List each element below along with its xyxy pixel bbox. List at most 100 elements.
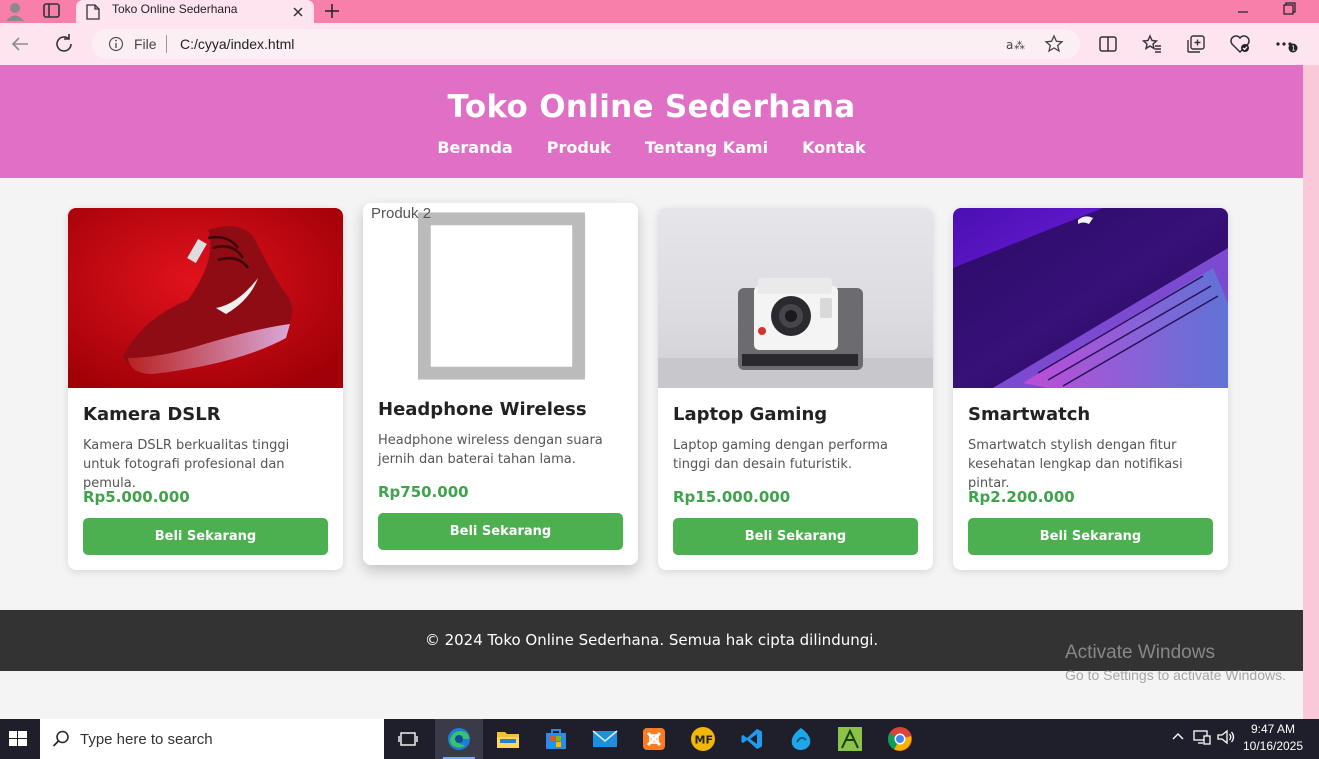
store-icon [546, 729, 566, 749]
collections-icon[interactable] [1184, 32, 1208, 56]
polaroid-camera-image [658, 208, 933, 388]
browser-tab[interactable]: Toko Online Sederhana [76, 0, 314, 23]
product-name: Kamera DSLR [83, 404, 221, 425]
back-icon[interactable] [8, 32, 32, 56]
taskbar-mail[interactable] [581, 719, 629, 759]
chrome-icon [887, 727, 912, 751]
close-tab-icon[interactable] [291, 4, 305, 18]
start-button[interactable] [0, 719, 40, 759]
taskbar-edge[interactable] [435, 719, 483, 759]
taskbar-store[interactable] [532, 719, 580, 759]
broken-image: Produk 2 [363, 203, 638, 383]
address-url[interactable]: C:/cyya/index.html [180, 36, 294, 52]
volume-icon[interactable] [1216, 728, 1240, 750]
buy-now-button[interactable]: Beli Sekarang [673, 518, 918, 555]
xampp-icon [643, 728, 665, 750]
browser-essentials-icon[interactable] [1228, 32, 1252, 56]
product-image: Produk 2 [363, 203, 638, 383]
activation-watermark-subtitle: Go to Settings to activate Windows. [1065, 667, 1286, 683]
taskbar-search[interactable]: Type here to search [40, 719, 384, 759]
buy-now-button[interactable]: Beli Sekarang [378, 513, 623, 550]
windows-taskbar: Type here to search MF 9:47 AM 10/16/202… [0, 719, 1319, 759]
search-icon [52, 730, 70, 748]
product-price: Rp2.200.000 [968, 488, 1075, 506]
blue-drop-app-icon [791, 728, 811, 750]
taskbar-blue-app[interactable] [777, 719, 825, 759]
refresh-icon[interactable] [52, 32, 76, 56]
product-card-body: Laptop Gaming Laptop gaming dengan perfo… [673, 402, 918, 507]
address-bar[interactable]: File C:/cyya/index.html a ⁂ [92, 29, 1080, 59]
product-description: Headphone wireless dengan suara jernih d… [378, 433, 603, 467]
taskbar-clock[interactable]: 9:47 AM 10/16/2025 [1238, 721, 1308, 755]
product-image [658, 208, 933, 388]
settings-more-icon[interactable]: 1 [1274, 32, 1298, 56]
purple-laptop-image [953, 208, 1228, 388]
browser-toolbar: File C:/cyya/index.html a ⁂ 1 [0, 23, 1319, 65]
favorite-star-icon[interactable] [1044, 34, 1064, 54]
svg-text:MF: MF [695, 734, 713, 747]
search-placeholder: Type here to search [80, 731, 213, 748]
maximize-icon[interactable] [1281, 1, 1297, 17]
mf-app-icon: MF [691, 727, 715, 751]
nav-link-beranda[interactable]: Beranda [437, 138, 512, 157]
product-price: Rp5.000.000 [83, 488, 190, 506]
profile-icon[interactable] [4, 1, 26, 21]
product-description: Laptop gaming dengan performa tinggi dan… [673, 438, 888, 472]
svg-text:a: a [1006, 38, 1013, 52]
taskbar-file-explorer[interactable] [484, 719, 532, 759]
image-alt-text: Produk 2 [371, 205, 432, 222]
info-icon[interactable] [108, 36, 124, 52]
chevron-up-icon[interactable] [1170, 729, 1192, 749]
site-title: Toko Online Sederhana [447, 89, 856, 125]
product-name: Smartwatch [968, 404, 1091, 425]
network-icon[interactable] [1192, 728, 1216, 750]
address-divider [166, 35, 167, 53]
product-card-body: Smartwatch Smartwatch stylish dengan fit… [968, 402, 1213, 507]
site-header: Toko Online Sederhana Beranda Produk Ten… [0, 65, 1303, 178]
buy-now-button[interactable]: Beli Sekarang [83, 518, 328, 555]
green-tool-app-icon [838, 727, 862, 751]
product-card: Laptop Gaming Laptop gaming dengan perfo… [658, 208, 933, 570]
buy-now-button[interactable]: Beli Sekarang [968, 518, 1213, 555]
taskbar-mf-app[interactable]: MF [679, 719, 727, 759]
read-aloud-icon[interactable]: a ⁂ [1005, 35, 1025, 53]
nav-link-produk[interactable]: Produk [547, 138, 611, 157]
product-description: Smartwatch stylish dengan fitur kesehata… [968, 438, 1183, 491]
windows-logo-icon [9, 731, 27, 746]
product-image [953, 208, 1228, 388]
minimize-icon[interactable] [1234, 4, 1252, 18]
product-image [68, 208, 343, 388]
address-scheme: File [134, 36, 157, 52]
taskbar-chrome[interactable] [876, 719, 924, 759]
product-card-body: Headphone Wireless Headphone wireless de… [378, 397, 623, 502]
product-price: Rp15.000.000 [673, 488, 791, 506]
product-card: Kamera DSLR Kamera DSLR berkualitas ting… [68, 208, 343, 570]
task-view-button[interactable] [384, 719, 432, 759]
svg-text:1: 1 [1291, 45, 1295, 53]
product-card-body: Kamera DSLR Kamera DSLR berkualitas ting… [83, 402, 328, 507]
task-view-icon [398, 732, 418, 746]
new-tab-icon[interactable] [322, 1, 342, 21]
favorites-icon[interactable] [1140, 32, 1164, 56]
product-name: Laptop Gaming [673, 404, 828, 425]
taskbar-green-app[interactable] [826, 719, 874, 759]
nav-link-tentang-kami[interactable]: Tentang Kami [645, 138, 768, 157]
scrollbar[interactable] [1303, 65, 1319, 719]
tab-title: Toko Online Sederhana [112, 2, 238, 16]
product-description: Kamera DSLR berkualitas tinggi untuk fot… [83, 438, 290, 491]
taskbar-vscode[interactable] [728, 719, 776, 759]
edge-icon [448, 728, 470, 750]
svg-text:⁂: ⁂ [1014, 39, 1025, 52]
activation-watermark-title: Activate Windows [1065, 642, 1215, 663]
product-name: Headphone Wireless [378, 399, 587, 420]
product-card: Smartwatch Smartwatch stylish dengan fit… [953, 208, 1228, 570]
browser-tab-strip: Toko Online Sederhana [0, 0, 1319, 23]
nav-link-kontak[interactable]: Kontak [802, 138, 866, 157]
split-screen-icon[interactable] [1096, 32, 1120, 56]
site-nav: Beranda Produk Tentang Kami Kontak [0, 138, 1303, 157]
taskbar-xampp[interactable] [630, 719, 678, 759]
tab-actions-icon[interactable] [42, 2, 62, 20]
clock-date: 10/16/2025 [1242, 739, 1304, 753]
folder-icon [497, 732, 519, 748]
page-icon [86, 4, 100, 20]
